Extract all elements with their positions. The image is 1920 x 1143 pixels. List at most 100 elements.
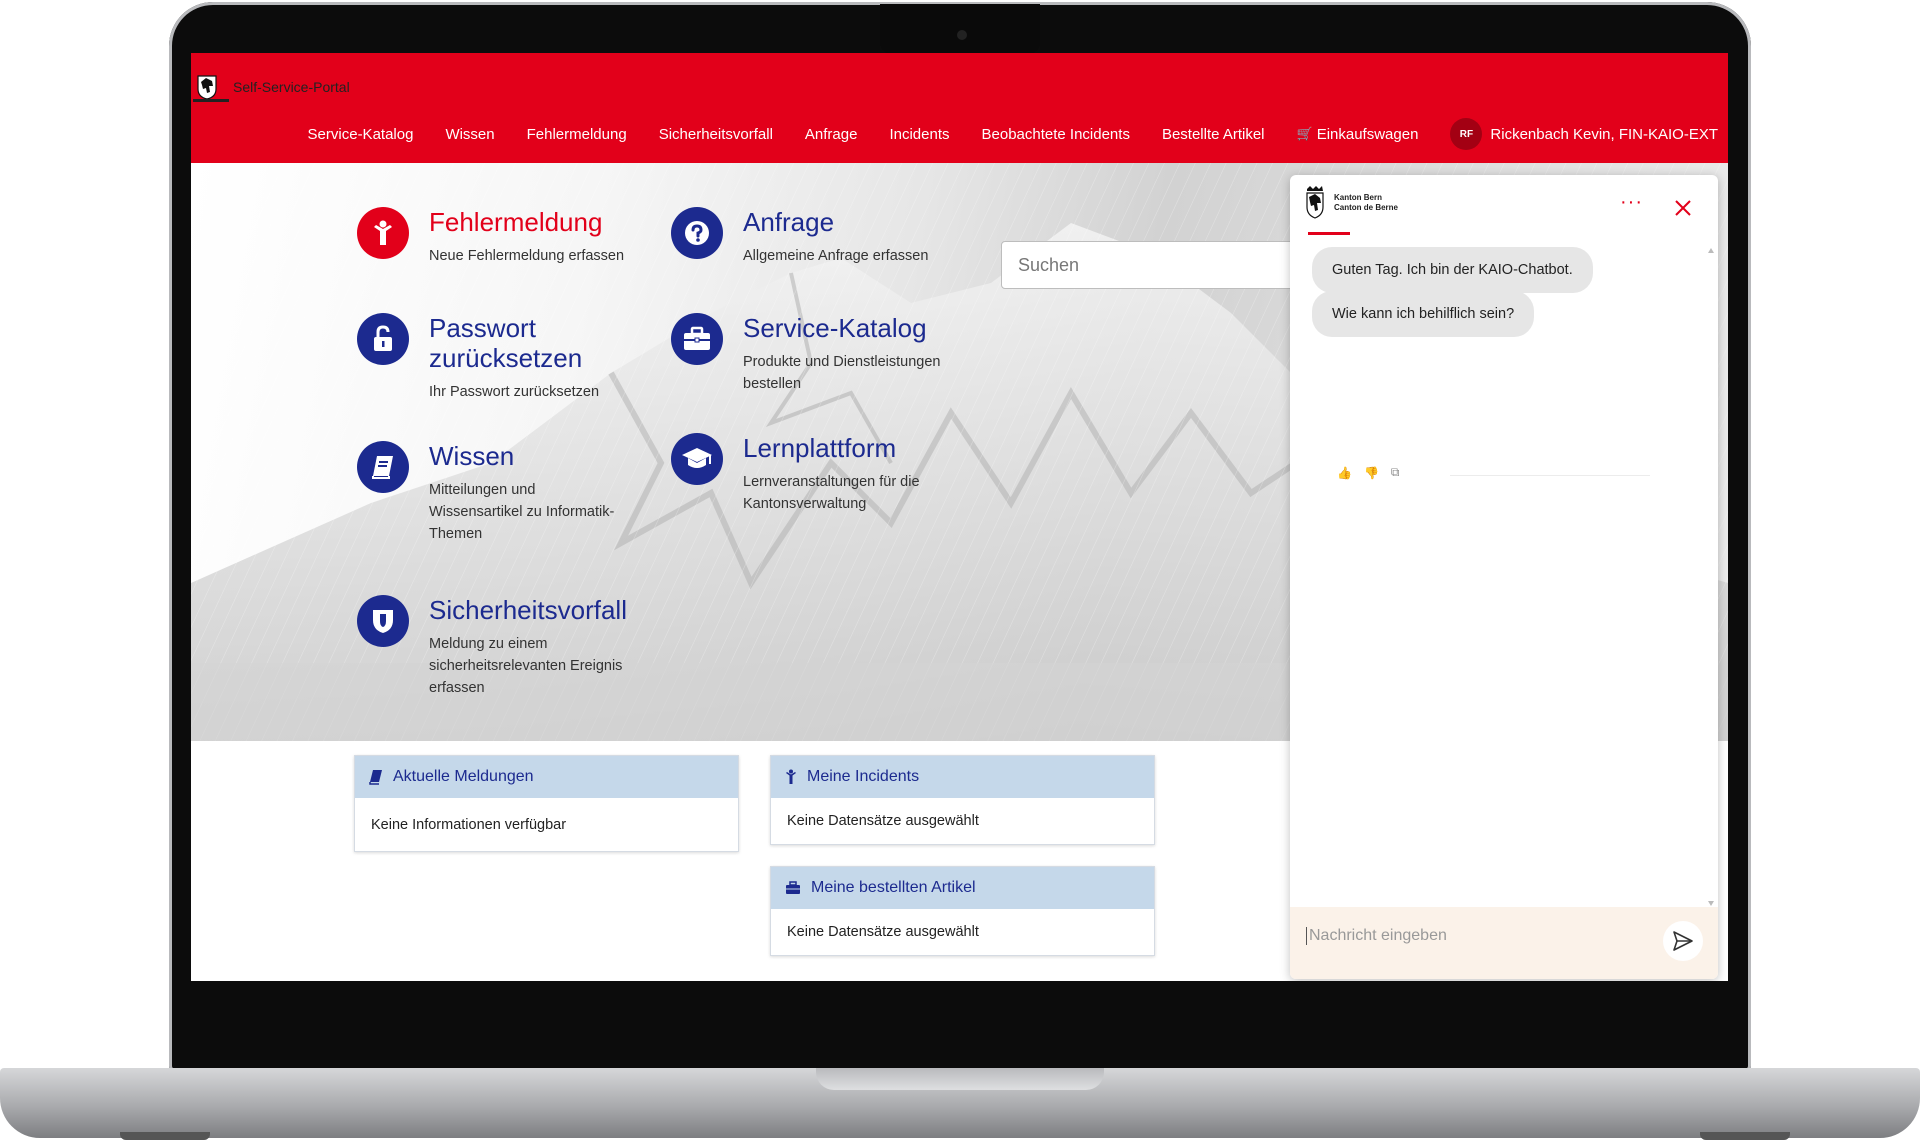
nav-item-bestellte-artikel[interactable]: Bestellte Artikel	[1162, 126, 1265, 143]
close-icon[interactable]	[1672, 197, 1694, 219]
chat-logo-line: Canton de Berne	[1334, 203, 1399, 212]
brand-active-indicator	[193, 99, 229, 102]
tile-title: Service-Katalog	[743, 313, 927, 343]
copy-icon[interactable]: ⧉	[1391, 465, 1400, 480]
chat-input-area: Nachricht eingeben	[1290, 907, 1718, 979]
panel-body: Keine Datensätze ausgewählt	[787, 924, 979, 940]
tile-title: Sicherheitsvorfall	[429, 595, 627, 625]
user-menu[interactable]: Rickenbach Kevin, FIN-KAIO-EXT	[1490, 126, 1718, 143]
laptop-foot	[1700, 1132, 1790, 1140]
panel-header[interactable]: Meine Incidents	[771, 756, 1154, 798]
cart-icon: 🛒	[1296, 126, 1313, 141]
panel-header[interactable]: Meine bestellten Artikel	[771, 867, 1154, 909]
panel-title: Meine Incidents	[807, 768, 920, 785]
bern-bear-logo-icon	[197, 75, 217, 100]
search-placeholder: Suchen	[1018, 254, 1080, 275]
cart-label: Einkaufswagen	[1316, 125, 1419, 143]
main-nav: Service-Katalog Wissen Fehlermeldung Sic…	[276, 118, 1718, 150]
thumbs-up-icon[interactable]: 👍	[1337, 466, 1352, 480]
tile-desc-line: Themen	[429, 526, 483, 542]
tile-desc-line: bestellen	[743, 376, 802, 392]
more-options-icon[interactable]: ···	[1620, 191, 1643, 214]
nav-item-anfrage[interactable]: Anfrage	[805, 126, 858, 143]
laptop-foot	[120, 1132, 210, 1140]
tile-title: Lernplattform	[743, 433, 897, 463]
unlock-icon	[357, 313, 409, 365]
tile-wissen[interactable]: Wissen Mitteilungen und Wissensartikel z…	[357, 441, 614, 545]
search-input[interactable]: Suchen	[1001, 241, 1301, 289]
chat-logo-accent	[1308, 232, 1350, 235]
brand-link[interactable]: Self-Service-Portal	[193, 61, 433, 113]
nav-item-service-katalog[interactable]: Service-Katalog	[308, 126, 414, 143]
screen: Self-Service-Portal Service-Katalog Wiss…	[191, 53, 1728, 981]
tile-desc-line: Lernveranstaltungen für die	[743, 474, 920, 490]
tile-desc-line: Kantonsverwaltung	[743, 496, 867, 512]
panel-aktuelle-meldungen: Aktuelle Meldungen Keine Informationen v…	[354, 755, 739, 852]
chat-scrollbar[interactable]	[1708, 247, 1714, 907]
tile-desc: Lernveranstaltungen für die Kantonsverwa…	[743, 471, 920, 515]
brand-title: Self-Service-Portal	[233, 79, 350, 95]
laptop-base-groove	[816, 1068, 1104, 1090]
chat-message: Guten Tag. Ich bin der KAIO-Chatbot.	[1312, 247, 1593, 293]
top-header: Self-Service-Portal Service-Katalog Wiss…	[191, 53, 1728, 163]
panel-body: Keine Datensätze ausgewählt	[787, 813, 979, 829]
tile-desc: Neue Fehlermeldung erfassen	[429, 248, 625, 264]
tile-service-katalog[interactable]: Service-Katalog Produkte und Dienstleist…	[671, 313, 941, 395]
panel-meine-incidents: Meine Incidents Keine Datensätze ausgewä…	[770, 755, 1155, 845]
thumbs-down-icon[interactable]: 👎	[1364, 466, 1379, 480]
avatar[interactable]: RF	[1450, 118, 1483, 150]
briefcase-icon	[786, 881, 800, 894]
bern-coat-of-arms-icon	[1306, 186, 1324, 219]
tile-desc-line: Produkte und Dienstleistungen	[743, 354, 941, 370]
tile-title: Anfrage	[743, 207, 835, 237]
chat-logo-line: Kanton Bern	[1334, 193, 1382, 202]
chat-message: Wie kann ich behilflich sein?	[1312, 291, 1535, 337]
send-icon	[1673, 931, 1693, 951]
question-icon	[671, 207, 723, 259]
panel-body: Keine Informationen verfügbar	[371, 816, 567, 833]
tile-desc: Ihr Passwort zurücksetzen	[429, 384, 600, 400]
tile-desc-line: sicherheitsrelevanten Ereignis	[429, 658, 623, 674]
tile-lernplattform[interactable]: Lernplattform Lernveranstaltungen für di…	[671, 433, 920, 515]
tile-desc: Mitteilungen und Wissensartikel zu Infor…	[429, 479, 614, 545]
tile-desc-line: Meldung zu einem	[429, 636, 548, 652]
tile-desc: Allgemeine Anfrage erfassen	[743, 248, 929, 264]
tile-passwort-zuruecksetzen[interactable]: Passwort zurücksetzen Ihr Passwort zurüc…	[357, 313, 599, 403]
book-icon	[369, 770, 382, 785]
nav-item-incidents[interactable]: Incidents	[889, 126, 949, 143]
panel-header[interactable]: Aktuelle Meldungen	[355, 756, 738, 798]
tile-desc-line: Wissensartikel zu Informatik-	[429, 504, 615, 520]
book-icon	[357, 441, 409, 493]
divider	[1450, 475, 1650, 476]
panel-title: Aktuelle Meldungen	[393, 768, 534, 785]
nav-item-einkaufswagen[interactable]: 🛒 Einkaufswagen	[1297, 126, 1419, 143]
camera-icon	[957, 30, 967, 40]
tile-title-line2: zurücksetzen	[429, 343, 583, 373]
nav-item-wissen[interactable]: Wissen	[445, 126, 494, 143]
nav-item-fehlermeldung[interactable]: Fehlermeldung	[527, 126, 627, 143]
briefcase-icon	[671, 313, 723, 365]
tile-desc-line: erfassen	[429, 680, 485, 696]
person-alert-icon	[357, 207, 409, 259]
laptop-notch	[880, 4, 1040, 54]
tile-fehlermeldung[interactable]: Fehlermeldung Neue Fehlermeldung erfasse…	[357, 207, 624, 267]
tile-title: Wissen	[429, 441, 515, 471]
tile-title-line1: Passwort	[429, 313, 536, 343]
tile-sicherheitsvorfall[interactable]: Sicherheitsvorfall Meldung zu einem sich…	[357, 595, 627, 699]
nav-item-sicherheitsvorfall[interactable]: Sicherheitsvorfall	[659, 126, 773, 143]
shield-icon	[357, 595, 409, 647]
chat-logo-text: Kanton Bern Canton de Berne	[1334, 193, 1398, 213]
tile-desc-line: Mitteilungen und	[429, 482, 536, 498]
chatbot-window: Kanton Bern Canton de Berne ··· Guten Ta…	[1290, 175, 1718, 979]
chat-logo: Kanton Bern Canton de Berne	[1306, 185, 1398, 219]
message-actions: 👍 👎 ⧉	[1337, 465, 1411, 480]
tile-title: Fehlermeldung	[429, 207, 603, 237]
send-button[interactable]	[1663, 921, 1703, 961]
tile-desc: Meldung zu einem sicherheitsrelevanten E…	[429, 633, 627, 699]
message-input[interactable]: Nachricht eingeben	[1306, 927, 1447, 945]
tile-anfrage[interactable]: Anfrage Allgemeine Anfrage erfassen	[671, 207, 928, 267]
panel-title: Meine bestellten Artikel	[811, 879, 976, 896]
nav-item-beobachtete-incidents[interactable]: Beobachtete Incidents	[982, 126, 1130, 143]
person-alert-icon	[786, 769, 796, 784]
tile-desc: Produkte und Dienstleistungen bestellen	[743, 351, 941, 395]
